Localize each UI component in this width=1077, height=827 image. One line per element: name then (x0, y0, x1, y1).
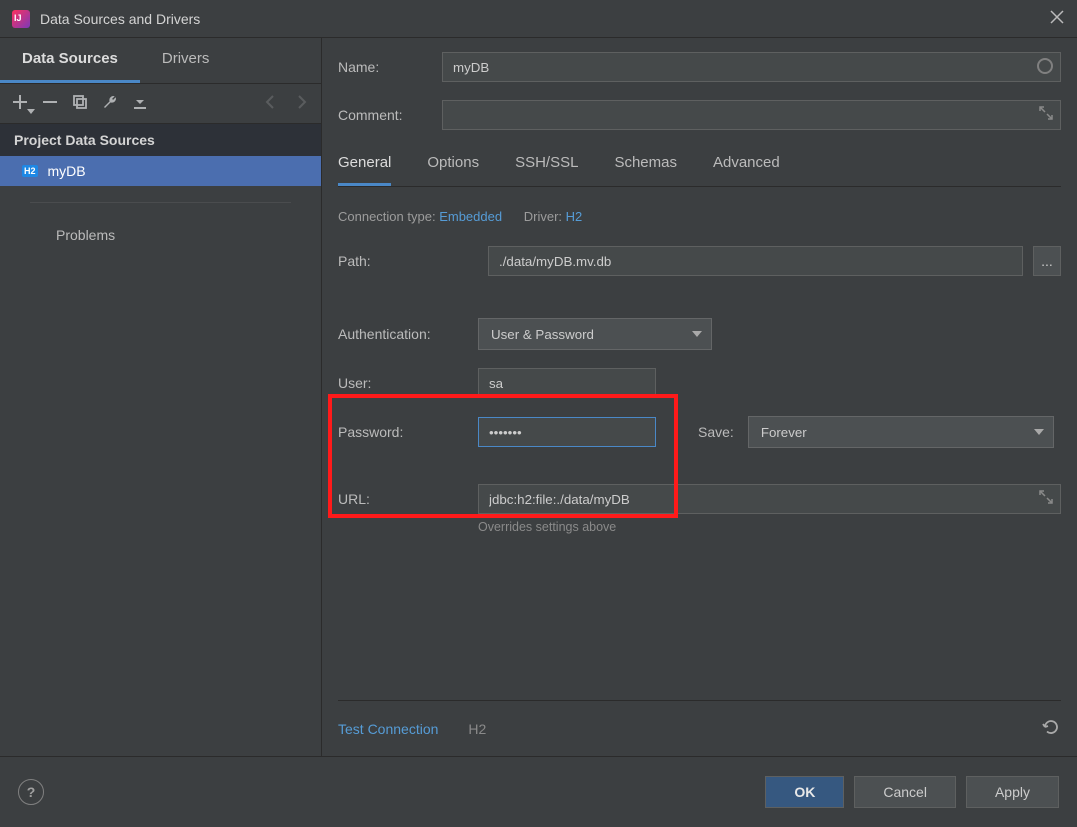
import-icon[interactable] (132, 94, 148, 113)
tab-schemas[interactable]: Schemas (614, 148, 677, 186)
test-connection-link[interactable]: Test Connection (338, 721, 438, 737)
browse-button[interactable]: ... (1033, 246, 1061, 276)
help-button[interactable]: ? (18, 779, 44, 805)
path-label: Path: (338, 253, 478, 269)
tree-item-label: myDB (48, 163, 86, 179)
save-label: Save: (698, 424, 734, 440)
conn-type-value[interactable]: Embedded (439, 209, 502, 224)
close-icon[interactable] (1049, 9, 1065, 28)
password-input[interactable] (478, 417, 656, 447)
app-logo-icon (12, 10, 30, 28)
password-label: Password: (338, 424, 478, 440)
save-select[interactable]: Forever (748, 416, 1054, 448)
user-input[interactable] (478, 368, 656, 398)
tab-options[interactable]: Options (427, 148, 479, 186)
url-input[interactable] (478, 484, 1061, 514)
h2-icon: H2 (22, 165, 38, 177)
revert-icon[interactable] (1041, 717, 1061, 740)
name-label: Name: (338, 59, 442, 75)
add-icon[interactable] (12, 94, 28, 113)
auth-select[interactable]: User & Password (478, 318, 712, 350)
driver-label: Driver: (524, 209, 562, 224)
path-input[interactable] (488, 246, 1023, 276)
tab-data-sources[interactable]: Data Sources (0, 38, 140, 83)
comment-input[interactable] (442, 100, 1061, 130)
apply-button[interactable]: Apply (966, 776, 1059, 808)
tab-drivers[interactable]: Drivers (140, 38, 232, 83)
url-label: URL: (338, 491, 478, 507)
section-header: Project Data Sources (0, 124, 321, 156)
comment-label: Comment: (338, 107, 442, 123)
wrench-icon[interactable] (102, 94, 118, 113)
copy-icon[interactable] (72, 94, 88, 113)
auth-label: Authentication: (338, 326, 478, 342)
expand-icon[interactable] (1039, 490, 1053, 507)
window-title: Data Sources and Drivers (40, 11, 200, 27)
tab-advanced[interactable]: Advanced (713, 148, 780, 186)
url-hint: Overrides settings above (478, 520, 1061, 534)
tree-item-mydb[interactable]: H2 myDB (0, 156, 321, 186)
tab-general[interactable]: General (338, 148, 391, 186)
driver-value[interactable]: H2 (566, 209, 583, 224)
tab-ssh-ssl[interactable]: SSH/SSL (515, 148, 578, 186)
ok-button[interactable]: OK (765, 776, 844, 808)
name-input[interactable] (442, 52, 1061, 82)
back-icon[interactable] (263, 94, 279, 113)
expand-icon[interactable] (1039, 106, 1053, 123)
user-label: User: (338, 375, 478, 391)
cancel-button[interactable]: Cancel (854, 776, 956, 808)
forward-icon[interactable] (293, 94, 309, 113)
conn-type-label: Connection type: (338, 209, 436, 224)
color-indicator-icon[interactable] (1037, 58, 1053, 74)
problems-item[interactable]: Problems (0, 219, 321, 251)
test-driver-label: H2 (468, 721, 486, 737)
separator (30, 202, 291, 203)
remove-icon[interactable] (42, 94, 58, 113)
